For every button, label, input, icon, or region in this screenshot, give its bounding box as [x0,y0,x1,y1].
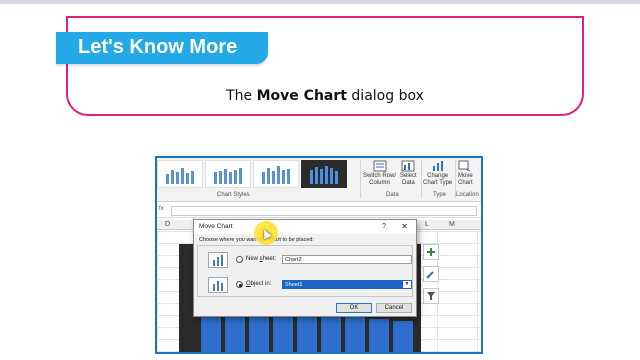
move-chart-button[interactable]: Move Chart [458,160,473,187]
select-data-label: Select Data [400,173,417,186]
slide: Let's Know More The Move Chart dialog bo… [0,0,640,360]
column-header[interactable]: L [425,221,429,228]
chevron-down-icon[interactable]: ▼ [403,281,411,288]
plus-icon [427,248,435,256]
type-group-label: Type [433,192,447,198]
chart-bar [297,312,317,352]
switch-row-column-button[interactable]: Switch Row/ Column [363,160,396,187]
chart-side-tools [423,244,441,304]
chart-style-thumb[interactable] [205,160,251,188]
location-group-label: Location [456,192,479,198]
column-header[interactable]: D [165,221,170,228]
info-card-top-border [66,16,584,18]
ribbon-separator [421,160,422,198]
object-in-radio[interactable] [236,281,243,288]
change-chart-type-label: Change Chart Type [423,173,453,186]
cancel-button[interactable]: Cancel [376,303,412,313]
subtitle: The Move Chart dialog box [66,88,584,104]
chart-bar [369,319,389,352]
new-sheet-icon [208,252,228,268]
chart-bar [321,314,341,352]
brush-icon [426,271,434,279]
chart-bar [345,317,365,352]
banner-notch [248,32,268,64]
chart-elements-button[interactable] [423,244,439,260]
chart-styles-button[interactable] [423,266,439,282]
chart-style-thumb-selected[interactable] [301,160,347,188]
subtitle-bold: Move Chart [256,88,347,104]
filter-icon [427,292,435,300]
chart-styles-gallery[interactable] [157,160,353,188]
formula-fx-label: fx [159,206,164,212]
subtitle-suffix: dialog box [346,88,424,104]
ok-button[interactable]: OK [336,303,372,313]
help-icon[interactable]: ? [382,223,386,230]
switch-row-column-icon [373,160,386,172]
move-chart-dialog: Move Chart ? ✕ Choose where you want the… [193,219,417,317]
chart-filters-button[interactable] [423,288,439,304]
switch-row-column-label: Switch Row/ Column [363,173,397,186]
select-data-icon [401,160,415,172]
object-in-icon [208,277,228,293]
new-sheet-radio[interactable] [236,256,243,263]
change-chart-type-button[interactable]: Change Chart Type [423,160,452,187]
object-in-select[interactable]: Sheet1 ▼ [282,280,412,289]
chart-bar [393,321,413,352]
chart-style-thumb[interactable] [253,160,299,188]
chart-styles-group-label: Chart Styles [217,192,250,198]
move-chart-icon [458,160,471,172]
formula-input[interactable] [171,206,477,216]
data-group-label: Data [386,192,399,198]
top-rule [0,0,640,4]
select-data-button[interactable]: Select Data [400,160,417,187]
move-chart-label: Move Chart [458,173,473,186]
formula-bar: fx [157,204,481,218]
new-sheet-name-input[interactable]: Chart2 [282,255,412,264]
object-in-label: Object in: [246,281,272,287]
object-in-select-value: Sheet1 [285,282,303,288]
new-sheet-label: New sheet: [246,256,277,262]
column-header[interactable]: M [449,221,455,228]
close-icon[interactable]: ✕ [401,222,408,231]
ribbon: Chart Styles Switch Row/ Column Select D… [157,158,481,202]
subtitle-prefix: The [226,88,257,104]
chart-style-thumb[interactable] [157,160,203,188]
ribbon-separator [360,160,361,198]
placement-options: New sheet: Chart2 Object in: Sheet1 ▼ [197,245,413,297]
banner-title: Let's Know More [56,32,268,64]
change-chart-type-icon [432,161,443,171]
